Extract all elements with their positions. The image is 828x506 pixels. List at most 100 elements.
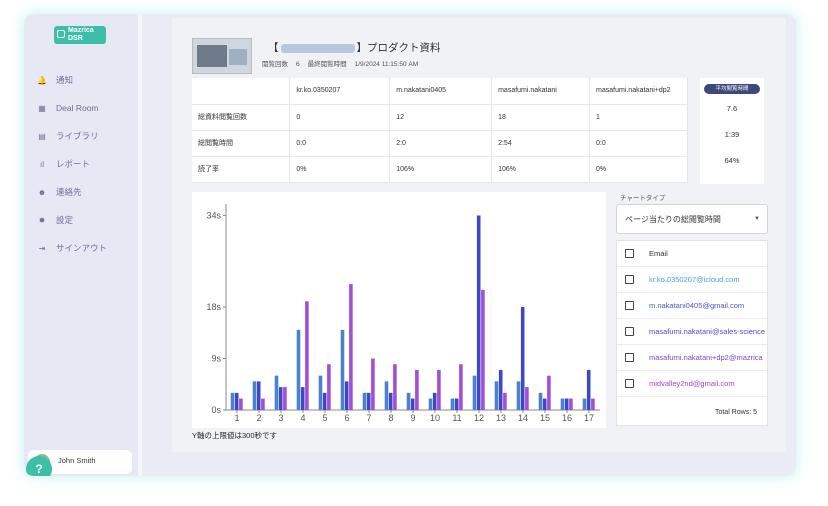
chart-container: 0s 9s 18s 34s 1 2 3 4 5 6 7 8 9 10 11 12 13 14 15 16 17 [192, 192, 606, 428]
average-value: 64% [724, 156, 740, 165]
title-prefix: 【 [268, 42, 279, 54]
logo-text: Mazrica DSR [68, 27, 94, 42]
chart-bar [564, 398, 569, 410]
sidebar-item-label: レポート [56, 159, 91, 169]
views-count: 6 [296, 61, 300, 68]
x-tick-label: 3 [278, 413, 283, 423]
chart-bar [476, 215, 481, 410]
select-all-checkbox[interactable] [625, 249, 634, 258]
chart-bar [344, 381, 349, 410]
x-tick-label: 5 [322, 413, 327, 423]
sidebar-item-report[interactable]: ıl レポート [36, 150, 132, 178]
signout-icon: ⇥ [38, 243, 46, 253]
sidebar-item-settings[interactable]: ✹ 設定 [36, 206, 132, 234]
table-row: 読了率 0% 106% 106% 0% [192, 156, 688, 183]
chart-bar [340, 329, 345, 410]
last-viewed-label: 最終閲覧時間 [307, 61, 347, 68]
chart-bar [410, 398, 415, 410]
x-tick-label: 17 [584, 413, 594, 423]
y-tick-label: 34s [206, 210, 221, 220]
sidebar-item-library[interactable]: ▤ ライブラリ [36, 122, 132, 150]
chart-bar [494, 381, 499, 410]
library-icon: ▤ [38, 131, 46, 141]
email-header: Email [649, 249, 668, 258]
chart-bar [454, 398, 459, 410]
list-item[interactable]: midvalley2nd@gmail.com [617, 371, 767, 397]
document-meta: 閲覧回数 6 最終閲覧時間 1/9/2024 11:15:50 AM [262, 58, 426, 68]
stats-table: kr.ko.0350207 m.nakatani0405 masafumi.na… [192, 78, 688, 183]
chart-bar [569, 398, 573, 410]
row-label: 総閲覧時間 [192, 130, 291, 157]
row-checkbox[interactable] [625, 353, 634, 362]
chart-bar [582, 398, 587, 410]
last-viewed-value: 1/9/2024 11:15:50 AM [354, 61, 419, 68]
chart-bar [503, 392, 507, 410]
chart-bar [283, 387, 287, 410]
average-panel: 平均閲覧時間 7.6 1:39 64% [700, 78, 764, 184]
chart-bar [384, 381, 389, 410]
column-header: kr.ko.0350207 [289, 78, 391, 105]
chart-bar [318, 375, 323, 410]
chart-type-value: ページ当たりの総閲覧時間 [625, 215, 721, 224]
redacted-name [280, 43, 355, 53]
bar-chart: 0s9s18s34s1 2 3 4 5 6 7 8 9 10 11 12 13 14 15 16 17 [206, 204, 600, 423]
chart-bar [234, 392, 239, 410]
sidebar-item-contacts[interactable]: ☻ 連絡先 [36, 178, 132, 206]
chart-bar [525, 387, 529, 410]
table-cell: 0 [289, 104, 391, 131]
chart-bar [278, 387, 283, 410]
chart-bar [261, 398, 265, 410]
chart-bar [542, 398, 547, 410]
list-item[interactable]: m.nakatani0405@gmail.com [617, 293, 767, 319]
average-value: 7.6 [726, 104, 738, 113]
x-tick-label: 15 [540, 413, 550, 423]
y-tick-label: 9s [211, 354, 221, 364]
chart-type-select[interactable]: ページ当たりの総閲覧時間 ▼ [616, 204, 768, 234]
chart-bar [230, 392, 235, 410]
sidebar-item-notifications[interactable]: 🔔 通知 [36, 66, 132, 94]
row-checkbox[interactable] [625, 301, 634, 310]
column-header: masafumi.nakatani+dp2 [589, 78, 688, 105]
sidebar-nav: 🔔 通知 ▦ Deal Room ▤ ライブラリ ıl レポート ☻ 連絡先 ✹ 設定 ⇥ サ… [36, 66, 132, 262]
chart-bar [256, 381, 261, 410]
chart-bar [459, 364, 463, 410]
chart-bar [428, 398, 433, 410]
chart-bar [300, 387, 305, 410]
logo-mark-icon [57, 30, 65, 38]
row-checkbox[interactable] [625, 327, 634, 336]
chart-bar [305, 301, 309, 410]
sidebar: Mazrica DSR 🔔 通知 ▦ Deal Room ▤ ライブラリ ıl レポート… [24, 14, 138, 476]
gear-icon: ✹ [38, 215, 46, 225]
sidebar-item-signout[interactable]: ⇥ サインアウト [36, 234, 132, 262]
title-suffix: 】プロダクト資料 [356, 42, 441, 54]
email-address: masafumi.nakatani@sales-science [649, 327, 765, 336]
sidebar-item-label: サインアウト [56, 243, 108, 253]
email-address: masafumi.nakatani+dp2@mazrica [649, 353, 763, 362]
x-tick-label: 1 [234, 413, 239, 423]
list-item[interactable]: masafumi.nakatani@sales-science [617, 319, 767, 345]
list-item[interactable]: kr.ko.0350207@icloud.com [617, 267, 767, 293]
chart-bar [516, 381, 521, 410]
average-badge: 平均閲覧時間 [704, 84, 760, 94]
chart-bar [481, 289, 485, 410]
list-item[interactable]: masafumi.nakatani+dp2@mazrica [617, 345, 767, 371]
app-logo[interactable]: Mazrica DSR [54, 26, 106, 44]
email-list: Email kr.ko.0350207@icloud.com m.nakatani… [616, 240, 768, 426]
contact-icon: ☻ [37, 187, 47, 197]
x-tick-label: 10 [430, 413, 440, 423]
document-title: 【 】プロダクト資料 [268, 40, 441, 55]
sidebar-item-deal-room[interactable]: ▦ Deal Room [36, 94, 132, 122]
row-label: 読了率 [192, 156, 291, 183]
row-checkbox[interactable] [625, 379, 634, 388]
column-header: m.nakatani0405 [389, 78, 493, 105]
chart-bar [538, 392, 543, 410]
row-checkbox[interactable] [625, 275, 634, 284]
x-tick-label: 7 [366, 413, 371, 423]
sidebar-item-label: 連絡先 [56, 187, 82, 197]
chart-bar [586, 369, 591, 410]
chart-bar [472, 375, 477, 410]
help-button[interactable]: ? [26, 456, 52, 476]
chart-type-label: チャートタイプ [620, 195, 666, 202]
chart-bar [415, 369, 419, 410]
chart-bar [591, 398, 595, 410]
